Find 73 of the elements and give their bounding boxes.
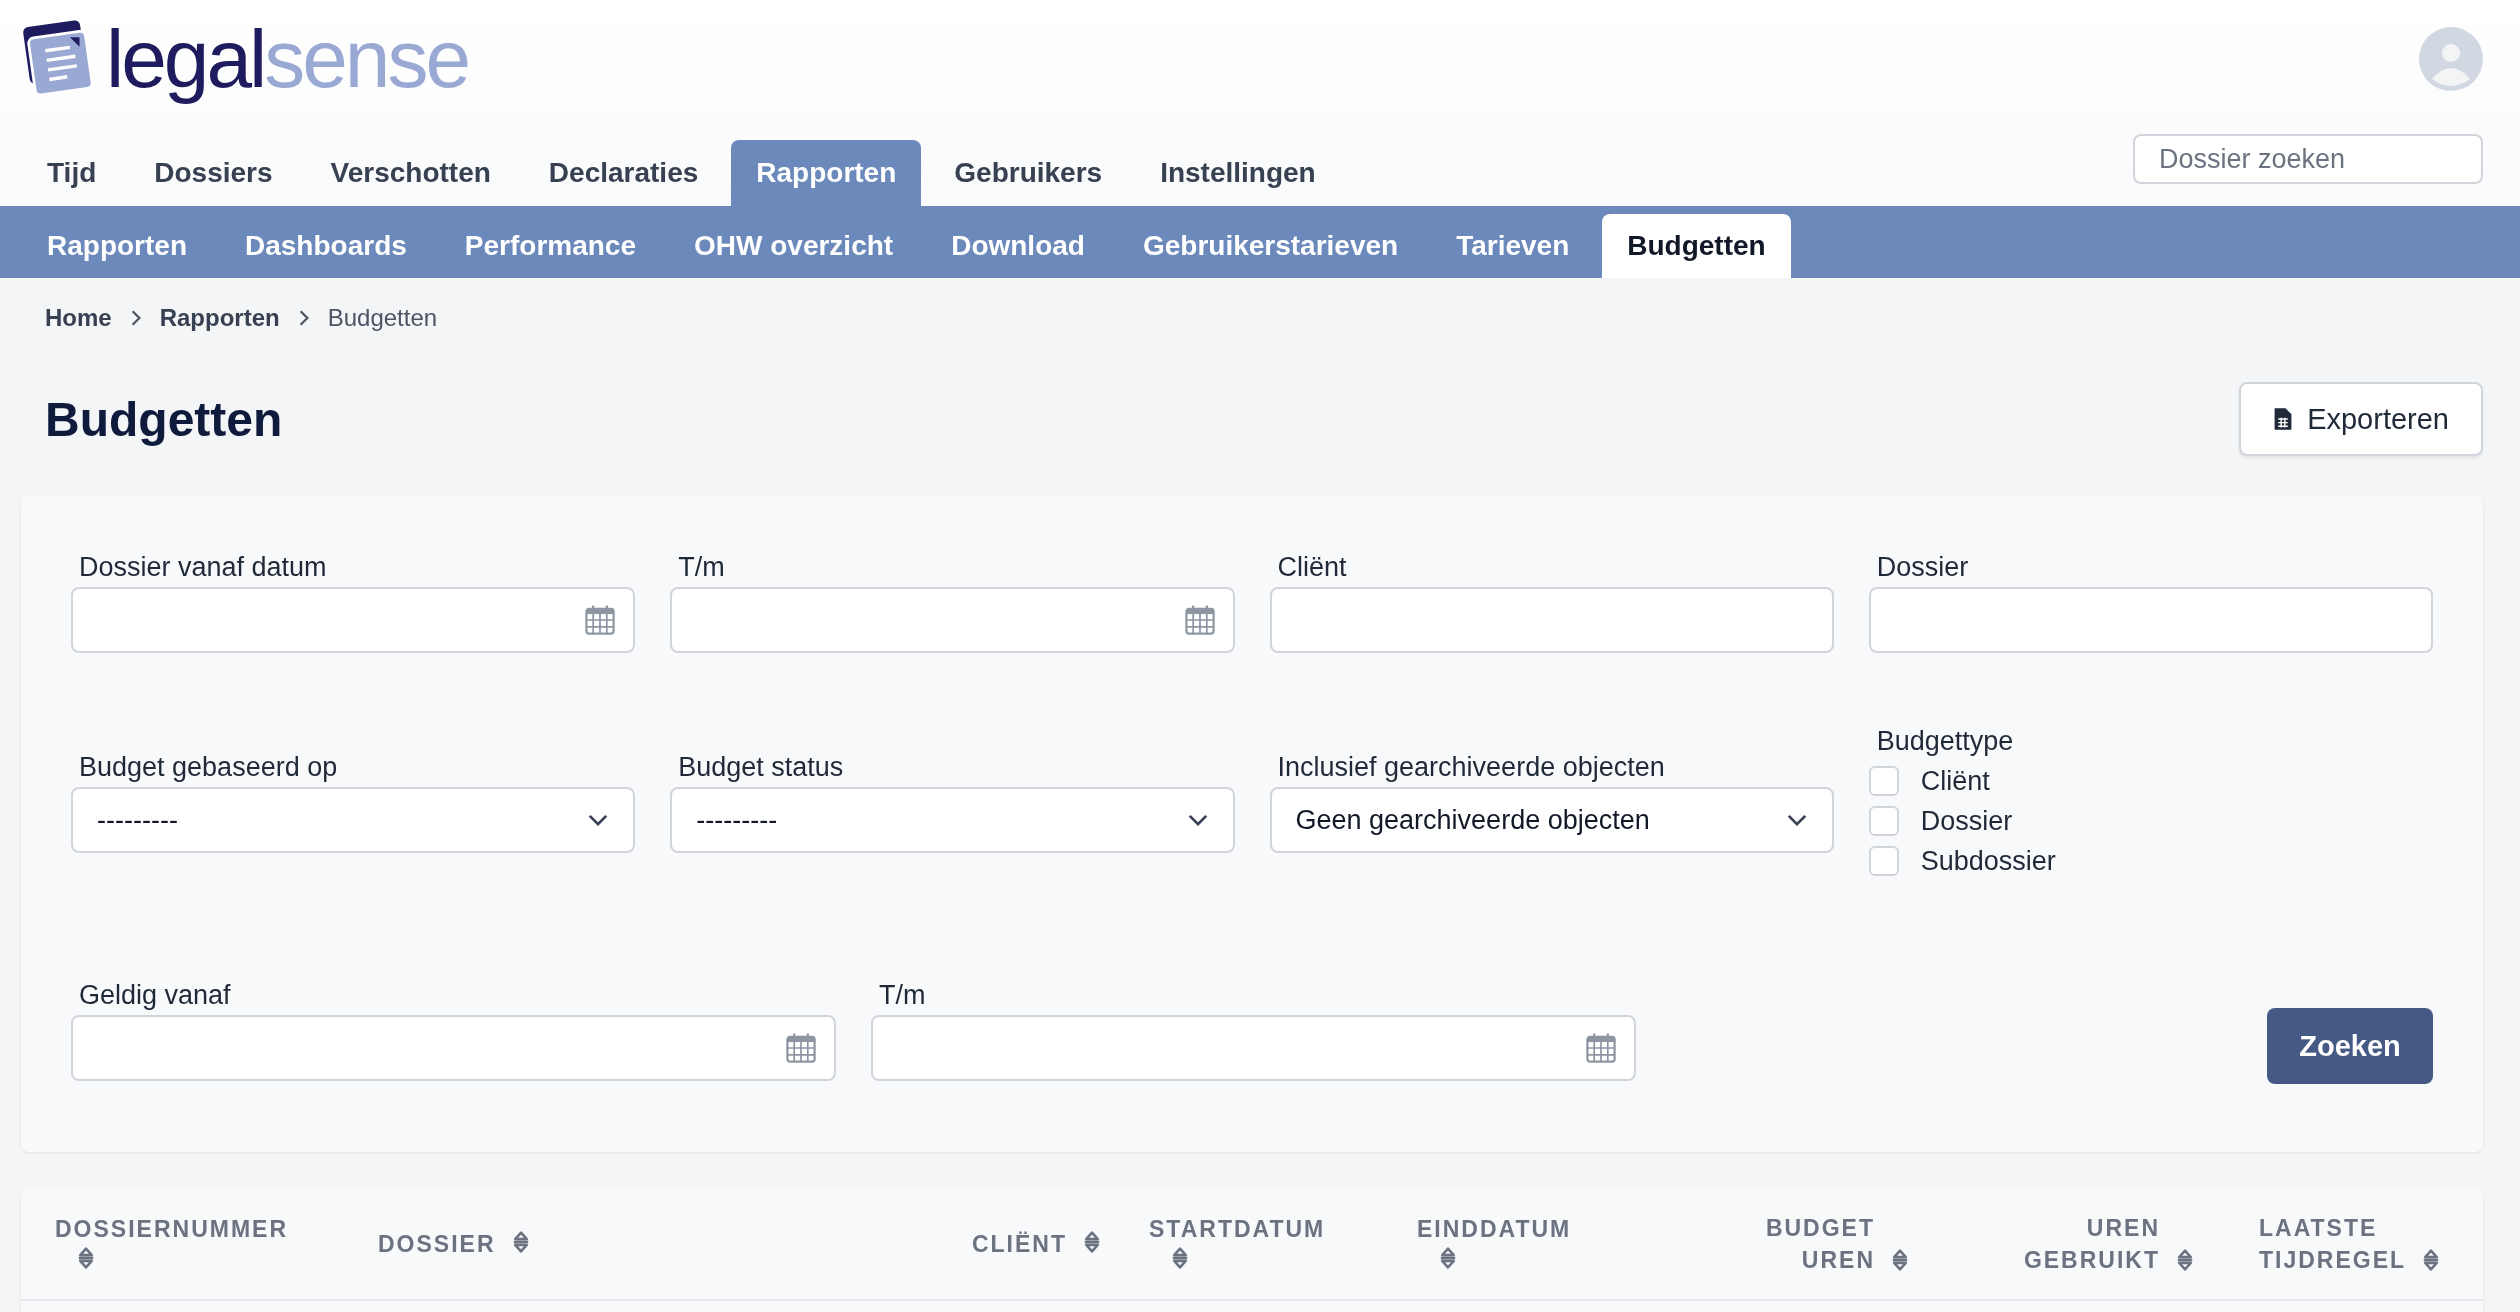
checkbox[interactable] bbox=[1868, 806, 1899, 836]
sort-icon[interactable] bbox=[1439, 1245, 1457, 1271]
column-header[interactable]: DOSSIER bbox=[378, 1227, 496, 1260]
nav-tab[interactable]: Rapporten bbox=[731, 140, 922, 206]
page-title: Budgetten bbox=[45, 391, 283, 447]
column-header[interactable]: DOSSIERNUMMER bbox=[55, 1213, 288, 1245]
field-label: Dossier bbox=[1875, 551, 1970, 584]
dropdown[interactable]: --------- bbox=[71, 787, 636, 853]
field-label: Inclusief gearchiveerde objecten bbox=[1276, 751, 1666, 784]
sort-icon[interactable] bbox=[1891, 1246, 1909, 1273]
column-header[interactable]: STARTDATUM bbox=[1149, 1213, 1326, 1245]
subnav-tab[interactable]: Gebruikerstarieven bbox=[1117, 214, 1424, 278]
sort-icon[interactable] bbox=[77, 1245, 95, 1271]
subnav-tab[interactable]: Tarieven bbox=[1431, 214, 1595, 278]
breadcrumb-link[interactable]: Rapporten bbox=[159, 304, 280, 332]
nav-tab[interactable]: Verschotten bbox=[305, 140, 516, 206]
nav-tab[interactable]: Dossiers bbox=[129, 140, 298, 206]
calendar-icon[interactable] bbox=[784, 1031, 818, 1065]
sort-icon[interactable] bbox=[2176, 1246, 2194, 1273]
checkbox-label: Dossier bbox=[1920, 805, 2013, 837]
nav-tab[interactable]: Instellingen bbox=[1135, 140, 1341, 206]
spreadsheet-icon bbox=[2273, 407, 2294, 431]
chevron-down-icon bbox=[1785, 813, 1808, 827]
chevron-down-icon bbox=[1186, 813, 1209, 827]
calendar-icon[interactable] bbox=[1182, 603, 1217, 637]
date-field[interactable] bbox=[871, 1015, 1636, 1081]
checkbox[interactable] bbox=[1868, 846, 1899, 876]
subnav-tab[interactable]: Budgetten bbox=[1602, 214, 1791, 278]
field-label: Geldig vanaf bbox=[78, 979, 232, 1012]
sort-icon[interactable] bbox=[2422, 1246, 2441, 1273]
column-header[interactable]: UREN GEBRUIKT bbox=[2023, 1211, 2160, 1276]
breadcrumb-current: Budgetten bbox=[327, 304, 438, 332]
column-header[interactable]: CLIËNT bbox=[971, 1227, 1067, 1260]
date-field[interactable] bbox=[71, 1015, 836, 1081]
breadcrumb-link[interactable]: Home bbox=[45, 304, 112, 332]
nav-tab[interactable]: Tijd bbox=[22, 140, 122, 206]
nav-tab[interactable]: Declaraties bbox=[523, 140, 724, 206]
column-header[interactable]: LAATSTE TIJDREGEL bbox=[2259, 1211, 2407, 1276]
field-label: Dossier vanaf datum bbox=[78, 551, 328, 584]
calendar-icon[interactable] bbox=[583, 603, 618, 637]
field-label: Budgettype bbox=[1875, 725, 2015, 758]
sort-icon[interactable] bbox=[1083, 1229, 1101, 1255]
search-field[interactable]: Dossier zoeken bbox=[2133, 134, 2483, 184]
subnav-tab[interactable]: Rapporten bbox=[22, 214, 212, 278]
subnav-tab[interactable]: OHW overzicht bbox=[669, 214, 919, 278]
checkbox-label: Subdossier bbox=[1920, 845, 2056, 877]
column-header[interactable]: EINDDATUM bbox=[1417, 1213, 1572, 1245]
field-label: Budget status bbox=[677, 751, 845, 784]
checkbox-label: Cliënt bbox=[1920, 765, 1990, 797]
chevron-right-icon bbox=[297, 309, 310, 327]
field-label: Cliënt bbox=[1276, 551, 1348, 584]
field-label: T/m bbox=[878, 979, 927, 1012]
subnav-tab[interactable]: Performance bbox=[439, 214, 661, 278]
calendar-icon[interactable] bbox=[1584, 1031, 1618, 1065]
search-button[interactable]: Zoeken bbox=[2267, 1008, 2433, 1084]
dropdown[interactable]: Geen gearchiveerde objecten bbox=[1269, 787, 1834, 853]
input-field[interactable] bbox=[1269, 587, 1834, 653]
input-field[interactable] bbox=[1868, 587, 2433, 653]
subnav-tab[interactable]: Download bbox=[926, 214, 1110, 278]
subnav-tab[interactable]: Dashboards bbox=[220, 214, 432, 278]
dropdown[interactable]: --------- bbox=[670, 787, 1235, 853]
nav-tab[interactable]: Gebruikers bbox=[929, 140, 1128, 206]
export-button[interactable]: Exporteren bbox=[2239, 382, 2483, 456]
date-field[interactable] bbox=[670, 587, 1235, 653]
date-field[interactable] bbox=[71, 587, 636, 653]
field-label: Budget gebaseerd op bbox=[78, 751, 339, 784]
sort-icon[interactable] bbox=[511, 1229, 530, 1255]
field-label: T/m bbox=[677, 551, 726, 584]
chevron-right-icon bbox=[129, 309, 142, 327]
chevron-down-icon bbox=[587, 813, 610, 827]
column-header[interactable]: BUDGET UREN bbox=[1765, 1211, 1875, 1276]
sort-icon[interactable] bbox=[1171, 1245, 1189, 1271]
checkbox[interactable] bbox=[1868, 766, 1899, 796]
